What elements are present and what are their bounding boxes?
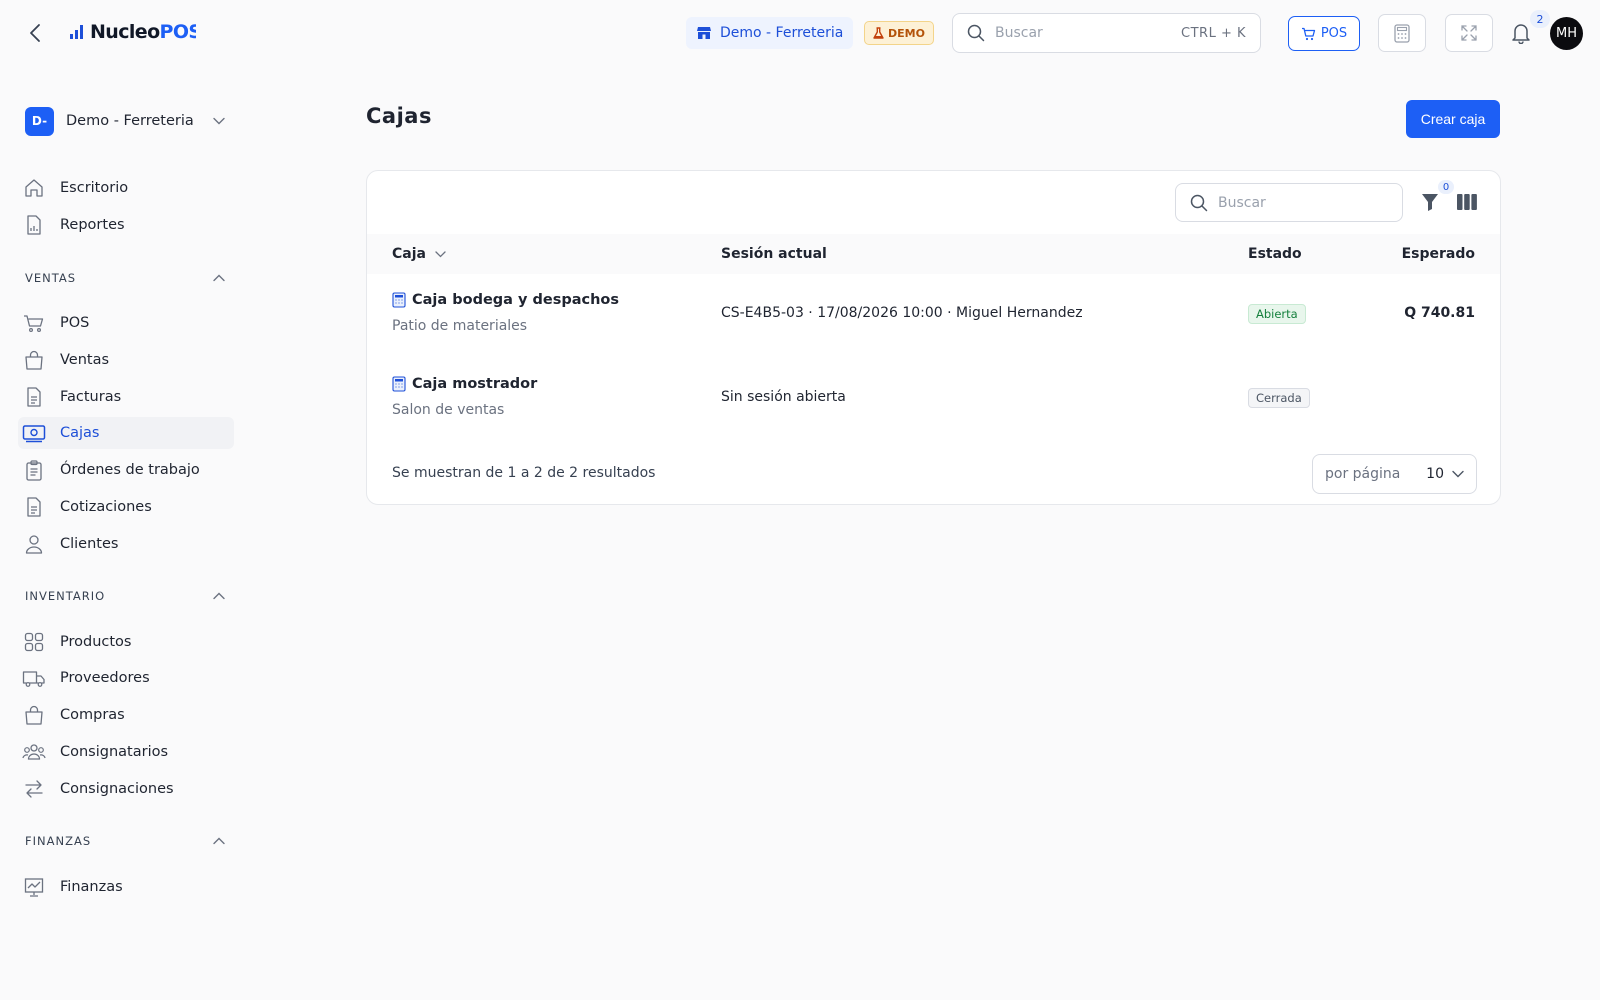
calculator-icon — [392, 376, 406, 392]
caja-location: Patio de materiales — [392, 318, 528, 334]
store-name: Demo - Ferreteria — [720, 25, 844, 41]
demo-badge: DEMO — [864, 21, 934, 45]
sidebar-item-proveedores[interactable]: Proveedores — [18, 662, 234, 694]
document-icon — [22, 495, 46, 519]
notifications-count: 2 — [1530, 10, 1550, 28]
chevron-up-icon — [213, 592, 225, 600]
org-avatar: D- — [25, 106, 54, 136]
section-finanzas-toggle[interactable]: FINANZAS — [25, 831, 225, 851]
per-page-select[interactable]: por página 10 — [1312, 454, 1477, 494]
grid-icon — [22, 630, 46, 654]
document-icon — [22, 385, 46, 409]
table-header: Caja Sesión actual Estado Esperado — [367, 234, 1500, 274]
column-header-estado: Estado — [1248, 246, 1302, 262]
user-avatar[interactable]: MH — [1550, 17, 1583, 50]
caja-session: CS-E4B5-03 · 17/08/2026 10:00 · Miguel H… — [721, 305, 1083, 321]
org-switcher[interactable]: D- Demo - Ferreteria — [25, 106, 225, 136]
sidebar: D- Demo - Ferreteria Escritorio Reportes… — [0, 66, 270, 1000]
section-inventario-toggle[interactable]: INVENTARIO — [25, 586, 225, 606]
sidebar-item-ordenes-de-trabajo[interactable]: Órdenes de trabajo — [18, 454, 234, 486]
sidebar-item-consignatarios[interactable]: Consignatarios — [18, 736, 234, 768]
store-icon — [697, 27, 711, 39]
column-header-sesion-actual: Sesión actual — [721, 246, 827, 262]
filter-button[interactable] — [1417, 189, 1443, 215]
sidebar-item-facturas[interactable]: Facturas — [18, 381, 234, 413]
top-bar: NucleoPOS Demo - Ferreteria DEMO Buscar … — [0, 0, 1600, 66]
global-search-placeholder: Buscar — [995, 25, 1043, 41]
notifications-button[interactable] — [1508, 20, 1534, 46]
cash-icon — [22, 421, 46, 445]
sidebar-item-productos[interactable]: Productos — [18, 626, 234, 658]
bag-icon — [22, 348, 46, 372]
caja-name: Caja mostrador — [392, 376, 537, 392]
bag-icon — [22, 703, 46, 727]
arrows-icon — [22, 777, 46, 801]
logo-bars-icon — [70, 25, 83, 39]
filter-count: 0 — [1438, 180, 1454, 194]
chevron-up-icon — [213, 837, 225, 845]
clipboard-icon — [22, 458, 46, 482]
sidebar-item-cajas[interactable]: Cajas — [18, 417, 234, 449]
expand-icon — [1461, 25, 1477, 41]
bell-icon — [1512, 24, 1530, 44]
columns-icon — [1457, 194, 1477, 210]
sidebar-item-compras[interactable]: Compras — [18, 699, 234, 731]
cajas-table-card: Buscar 0 Caja Sesión actual Estado Esper… — [366, 170, 1501, 505]
sidebar-item-clientes[interactable]: Clientes — [18, 528, 234, 560]
table-search-input[interactable]: Buscar — [1175, 183, 1403, 222]
page-title: Cajas — [366, 104, 432, 128]
fullscreen-button[interactable] — [1445, 14, 1493, 52]
chevron-down-icon — [213, 117, 225, 125]
calculator-icon — [392, 292, 406, 308]
flask-icon — [873, 27, 884, 39]
filter-icon — [1422, 194, 1438, 211]
sidebar-item-finanzas[interactable]: Finanzas — [18, 871, 234, 903]
chevron-up-icon — [213, 274, 225, 282]
status-badge: Abierta — [1248, 304, 1306, 324]
store-selector[interactable]: Demo - Ferreteria — [686, 17, 854, 49]
chevron-down-icon — [1452, 470, 1464, 478]
table-row[interactable]: Caja bodega y despachos Patio de materia… — [367, 274, 1500, 358]
truck-icon — [22, 666, 46, 690]
org-name: Demo - Ferreteria — [66, 113, 194, 129]
create-caja-button[interactable]: Crear caja — [1406, 100, 1500, 138]
chevron-left-icon — [30, 24, 40, 42]
table-search-placeholder: Buscar — [1218, 194, 1266, 211]
sidebar-item-consignaciones[interactable]: Consignaciones — [18, 773, 234, 805]
columns-button[interactable] — [1454, 189, 1480, 215]
column-header-caja[interactable]: Caja — [392, 234, 446, 274]
user-icon — [22, 532, 46, 556]
search-icon — [1190, 194, 1208, 211]
global-search-input[interactable]: Buscar CTRL + K — [952, 13, 1261, 53]
sort-chevron-down-icon — [435, 250, 446, 257]
sidebar-item-pos[interactable]: POS — [18, 307, 234, 339]
sidebar-item-cotizaciones[interactable]: Cotizaciones — [18, 491, 234, 523]
caja-session: Sin sesión abierta — [721, 389, 846, 405]
calculator-button[interactable] — [1378, 14, 1426, 52]
search-shortcut: CTRL + K — [1181, 25, 1246, 41]
back-button[interactable] — [22, 20, 48, 46]
sidebar-item-escritorio[interactable]: Escritorio — [18, 172, 234, 204]
app-logo[interactable]: NucleoPOS — [70, 18, 196, 46]
search-icon — [967, 24, 985, 42]
results-summary: Se muestran de 1 a 2 de 2 resultados — [392, 465, 656, 481]
section-ventas-toggle[interactable]: VENTAS — [25, 268, 225, 288]
logo-text: NucleoPOS — [90, 21, 196, 43]
sidebar-item-ventas[interactable]: Ventas — [18, 344, 234, 376]
caja-location: Salon de ventas — [392, 402, 505, 418]
status-badge: Cerrada — [1248, 388, 1310, 408]
calculator-icon — [1394, 23, 1410, 43]
caja-expected: Q 740.81 — [1404, 305, 1475, 321]
users-icon — [22, 740, 46, 764]
cart-icon — [1301, 27, 1315, 40]
table-row[interactable]: Caja mostrador Salon de ventas Sin sesió… — [367, 358, 1500, 442]
home-icon — [22, 176, 46, 200]
column-header-esperado: Esperado — [1401, 246, 1475, 262]
cart-icon — [22, 311, 46, 335]
caja-name: Caja bodega y despachos — [392, 292, 619, 308]
pos-button[interactable]: POS — [1288, 16, 1360, 51]
sidebar-item-reportes[interactable]: Reportes — [18, 209, 234, 241]
report-icon — [22, 213, 46, 237]
chart-icon — [22, 875, 46, 899]
